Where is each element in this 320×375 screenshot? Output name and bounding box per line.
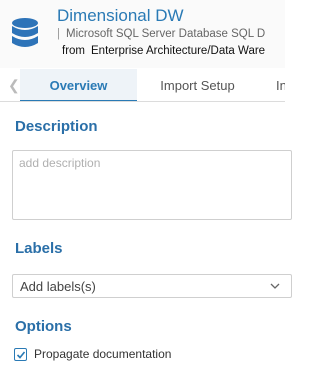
description-heading: Description: [15, 118, 98, 135]
source-path: from Enterprise Architecture/Data Ware: [62, 45, 265, 57]
labels-dropdown[interactable]: Add labels(s): [12, 274, 292, 298]
subtitle-separator: |: [57, 28, 60, 40]
propagate-documentation-checkbox[interactable]: [14, 348, 27, 361]
labels-heading: Labels: [15, 240, 63, 257]
tab-import-setup[interactable]: Import Setup: [150, 69, 245, 101]
tab-bar: ❮ Overview Import Setup In: [0, 69, 285, 102]
database-icon: [12, 18, 38, 47]
from-label: from: [62, 45, 85, 57]
propagate-documentation-label: Propagate documentation: [34, 347, 172, 361]
object-type-text: Microsoft SQL Server Database SQL D: [66, 28, 266, 40]
labels-placeholder: Add labels(s): [20, 279, 96, 294]
tab-overview[interactable]: Overview: [20, 69, 137, 101]
description-box: [12, 150, 292, 220]
page-title: Dimensional DW: [57, 6, 184, 25]
checkmark-icon: [16, 351, 26, 359]
chevron-down-icon: [270, 283, 280, 289]
chevron-left-icon[interactable]: ❮: [8, 77, 20, 94]
tab-truncated[interactable]: In: [276, 69, 285, 101]
options-heading: Options: [15, 318, 72, 335]
object-type-subtitle: | Microsoft SQL Server Database SQL D: [57, 28, 265, 40]
path-link[interactable]: Enterprise Architecture/Data Ware: [91, 45, 265, 57]
description-input[interactable]: [13, 151, 291, 219]
object-header: Dimensional DW | Microsoft SQL Server Dat…: [0, 0, 285, 68]
